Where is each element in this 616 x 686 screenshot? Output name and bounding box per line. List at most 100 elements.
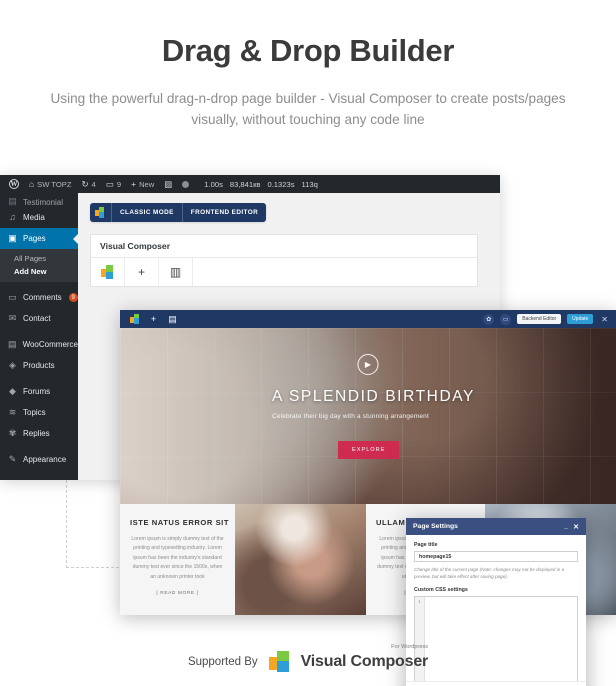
page-settings-footer: Close Save changes [406, 681, 586, 686]
footer-supported-by: Supported By For Wordpress Visual Compos… [0, 644, 616, 672]
explore-button[interactable]: EXPLORE [338, 441, 400, 459]
visual-composer-logo-icon [95, 207, 106, 218]
vc-mode-switch-bar: CLASSIC MODE FRONTEND EDITOR [90, 203, 267, 222]
custom-css-editor[interactable]: 1 [414, 595, 578, 686]
sidebar-subitem-add-new[interactable]: Add New [14, 265, 78, 278]
frontend-toolbar-left-group: + ▤ [125, 310, 182, 328]
supported-by-label: Supported By [187, 655, 258, 668]
visual-composer-logo-icon [268, 651, 290, 672]
new-content-menu[interactable]: + New [126, 180, 159, 189]
page-settings-titlebar: Page Settings _ ✕ [406, 518, 586, 535]
updates-count: 4 [91, 179, 96, 189]
frontend-editor-button[interactable]: FRONTEND EDITOR [183, 203, 266, 222]
status-indicator [177, 180, 194, 188]
sidebar-item-products[interactable]: ◈ Products [0, 355, 78, 376]
visual-composer-logo-icon [100, 265, 115, 279]
sidebar-item-woocommerce[interactable]: ▤ WooCommerce [0, 334, 78, 355]
sidebar-item-pages[interactable]: ▣ Pages [0, 228, 78, 249]
add-element-button[interactable]: + [144, 310, 163, 328]
sidebar-item-forums[interactable]: ◆ Forums [0, 381, 78, 402]
add-template-button[interactable]: ▤ [163, 310, 182, 328]
add-template-tool[interactable]: ▥ [159, 258, 193, 286]
visual-composer-wordmark: For Wordpress Visual Composer [301, 644, 429, 671]
pages-icon: ▣ [8, 233, 17, 243]
sidebar-item-contact[interactable]: ✉ Contact [0, 308, 78, 329]
sidebar-item-replies[interactable]: ✾ Replies [0, 423, 78, 444]
page-title-label: Page title [414, 542, 438, 548]
minimize-icon[interactable]: _ [564, 523, 568, 531]
appearance-brush-icon: ✎ [8, 454, 17, 464]
custom-css-label: Custom CSS settings [414, 586, 468, 593]
sidebar-item-label: Media [23, 213, 45, 222]
comments-menu[interactable]: ▭ 9 [101, 180, 126, 189]
home-icon: ⌂ [29, 178, 35, 189]
card-image-left [235, 504, 366, 615]
code-line-number: 1 [415, 596, 425, 686]
backend-editor-button[interactable]: Backend Editor [517, 314, 562, 324]
sidebar-item-label: Pages [23, 234, 46, 243]
wp-admin-bar: W ⌂ SW TOPZ ↻ 4 ▭ 9 + New ▨ 1.00s 83,841… [0, 175, 500, 193]
sidebar-subitem-all-pages[interactable]: All Pages [14, 252, 78, 265]
updates-menu[interactable]: ↻ 4 [76, 180, 100, 189]
comments-badge: 9 [68, 293, 78, 302]
topics-icon: ≋ [8, 407, 17, 417]
page-subtitle: Using the powerful drag-n-drop page buil… [50, 91, 566, 128]
page-title: Drag & Drop Builder [161, 33, 455, 68]
sidebar-item-label: Contact [23, 314, 51, 323]
classic-mode-button[interactable]: CLASSIC MODE [112, 203, 183, 222]
showcase-stage: W ⌂ SW TOPZ ↻ 4 ▭ 9 + New ▨ 1.00s 83,841… [0, 175, 616, 686]
media-icon: ♫ [9, 212, 16, 222]
play-button-icon[interactable]: ▶ [357, 354, 379, 375]
add-element-tool[interactable]: + [125, 258, 159, 286]
hero-headline: A SPLENDID BIRTHDAY [272, 388, 475, 405]
frontend-toolbar-right-group: ✿ ▭ Backend Editor Update ✕ [483, 313, 611, 325]
comment-bubble-icon: ▭ [105, 178, 114, 189]
performance-icon: ▨ [164, 178, 173, 189]
wp-logo-menu[interactable]: W [4, 179, 24, 189]
plus-icon: + [131, 178, 137, 189]
hero-subtext: Celebrate their big day with a stunning … [272, 413, 429, 420]
close-icon[interactable]: ✕ [599, 315, 608, 324]
page-title-hint: Change title of the current page (Note: … [414, 567, 565, 580]
sidebar-item-appearance[interactable]: ✎ Appearance [0, 449, 78, 470]
sidebar-item-label: WooCommerce [22, 340, 78, 349]
perf-query-time: 0.1323s [267, 179, 295, 189]
updates-icon: ↻ [81, 178, 89, 189]
read-more-link[interactable]: [ READ MORE ] [130, 591, 225, 596]
vc-logo-tool[interactable] [91, 258, 125, 286]
code-area[interactable] [425, 597, 577, 686]
update-button[interactable]: Update [567, 314, 594, 324]
comments-icon: ▭ [8, 292, 17, 302]
sidebar-item-media[interactable]: ♫ Media [0, 207, 78, 228]
for-wordpress-tagline: For Wordpress [391, 643, 429, 650]
sidebar-item-comments[interactable]: ▭ Comments 9 [0, 287, 78, 308]
perf-time: 1.00s [204, 179, 223, 189]
content-card-left: ISTE NATUS ERROR SIT Lorem ipsum is simp… [120, 504, 235, 615]
wordpress-logo-icon: W [9, 179, 19, 189]
sidebar-item-label: Testimonial [23, 198, 64, 207]
sidebar-item-label: Forums [23, 387, 51, 396]
settings-gear-icon[interactable]: ✿ [483, 313, 495, 325]
comments-count: 9 [116, 179, 122, 189]
vc-logo-button[interactable] [125, 310, 144, 328]
sidebar-item-label: Appearance [23, 455, 67, 464]
site-name-menu[interactable]: ⌂ SW TOPZ [24, 180, 76, 189]
responsive-preview-icon[interactable]: ▭ [500, 313, 512, 325]
performance-stats: 1.00s 83,841кв 0.1323s 113q [204, 180, 318, 189]
new-label: New [139, 179, 155, 189]
replies-icon: ✾ [8, 428, 17, 438]
wp-admin-sidebar: ▤ Testimonial ♫ Media ▣ Pages All Pages … [0, 193, 78, 480]
sidebar-item-testimonial[interactable]: ▤ Testimonial [0, 193, 78, 208]
page-title-input[interactable]: homepage15 [414, 551, 578, 562]
hero-banner-section: ▶ A SPLENDID BIRTHDAY Celebrate their bi… [120, 328, 616, 504]
close-icon[interactable]: ✕ [573, 523, 579, 531]
perf-memory: 83,841кв [229, 179, 261, 189]
performance-menu[interactable]: ▨ [159, 180, 177, 189]
frontend-editor-toolbar: + ▤ ✿ ▭ Backend Editor Update ✕ [120, 310, 616, 328]
sidebar-item-topics[interactable]: ≋ Topics [0, 402, 78, 423]
sidebar-item-label: Topics [23, 408, 46, 417]
vc-logo-button[interactable] [90, 203, 112, 222]
woocommerce-icon: ▤ [8, 339, 17, 349]
sidebar-item-label: Comments [23, 293, 62, 302]
page-settings-title: Page Settings [413, 523, 458, 530]
